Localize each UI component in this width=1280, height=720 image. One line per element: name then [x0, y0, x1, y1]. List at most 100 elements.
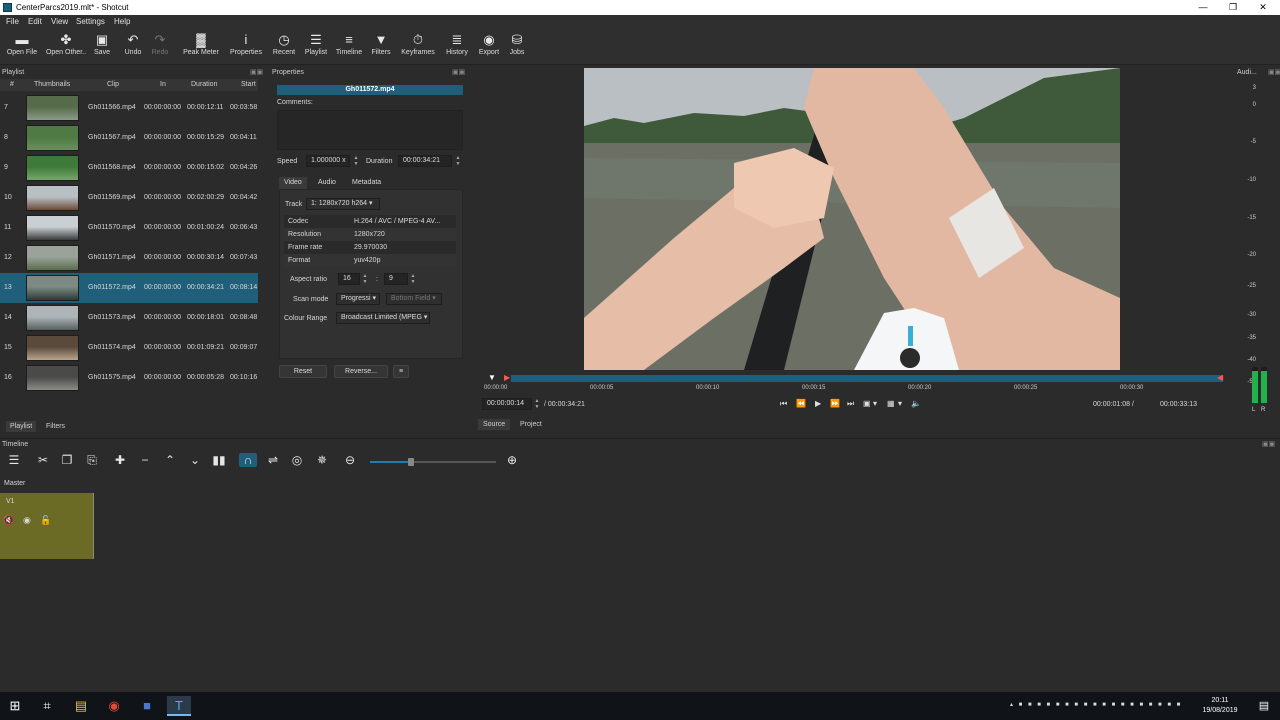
lock-icon[interactable]: 🔓 — [40, 515, 51, 526]
app-icon[interactable]: ■ — [135, 696, 159, 716]
audio-float-button[interactable]: ▣▣ — [1268, 68, 1280, 76]
table-row[interactable]: 12 Gh011571.mp4 00:00:00:00 00:00:30:14 00:0… — [0, 243, 258, 273]
minimize-button[interactable]: — — [1188, 1, 1218, 14]
save-button[interactable]: ▣ Save — [91, 31, 113, 56]
tab-video[interactable]: Video — [279, 177, 307, 189]
comments-field[interactable] — [277, 110, 463, 150]
tab-audio[interactable]: Audio — [318, 179, 336, 186]
ripple-all-icon[interactable]: ✵ — [313, 453, 331, 467]
scrub-icon[interactable]: ⇌ — [264, 453, 282, 467]
scrubber-range[interactable] — [511, 375, 1223, 382]
timeline-menu-icon[interactable]: ☰ — [5, 453, 23, 467]
zoom-slider[interactable] — [370, 458, 496, 466]
chrome-icon[interactable]: ◉ — [102, 696, 126, 716]
copy-icon[interactable]: ❐ — [58, 453, 76, 467]
table-row[interactable]: 15 Gh011574.mp4 00:00:00:00 00:01:09:21 00:0… — [0, 333, 258, 363]
tab-source[interactable]: Source — [478, 419, 511, 430]
aspect-width-input[interactable]: 16 — [338, 273, 360, 285]
table-row[interactable]: 14 Gh011573.mp4 00:00:00:00 00:00:18:01 00:0… — [0, 303, 258, 333]
mute-icon[interactable]: 🔇 — [3, 515, 14, 526]
scan-mode-select[interactable]: Progressi ▾ — [336, 293, 380, 305]
properties-button[interactable]: i Properties — [228, 31, 264, 56]
column-in[interactable]: In — [160, 81, 166, 88]
speed-input[interactable]: 1.000000 x — [306, 155, 350, 167]
reset-button[interactable]: Reset — [279, 365, 327, 378]
hide-icon[interactable]: ◉ — [23, 515, 31, 526]
taskbar-clock[interactable]: 20:11 19/08/2019 — [1196, 696, 1244, 716]
table-row[interactable]: 7 Gh011566.mp4 00:00:00:00 00:00:12:11 00:03… — [0, 93, 258, 123]
column-start[interactable]: Start — [241, 81, 256, 88]
ripple-icon[interactable]: ◎ — [288, 453, 306, 467]
aspect-width-stepper[interactable]: ▲ ▼ — [362, 273, 368, 285]
track-select[interactable]: 1: 1280x720 h264 ▾ — [306, 198, 380, 210]
column-duration[interactable]: Duration — [191, 81, 217, 88]
zoom-out-icon[interactable]: ⊖ — [341, 453, 359, 467]
table-row[interactable]: 10 Gh011569.mp4 00:00:00:00 00:02:00:29 00:0… — [0, 183, 258, 213]
export-button[interactable]: ◉ Export — [476, 31, 502, 56]
recent-button[interactable]: ◷ Recent — [270, 31, 298, 56]
chevron-down-icon[interactable]: ▾ — [873, 399, 877, 408]
close-button[interactable]: ✕ — [1248, 1, 1278, 14]
cut-icon[interactable]: ✂ — [34, 453, 52, 467]
redo-button[interactable]: ↷ Redo — [149, 31, 171, 56]
position-timecode[interactable]: 00:00:00:14 — [482, 398, 532, 410]
timeline-float-button[interactable]: ▣▣ — [1262, 440, 1275, 448]
video-preview[interactable] — [584, 68, 1120, 370]
reverse-button[interactable]: Reverse... — [334, 365, 388, 378]
playlist-float-button[interactable]: ▣▣ — [250, 68, 263, 76]
undo-button[interactable]: ↶ Undo — [122, 31, 144, 56]
position-stepper[interactable]: ▲ ▼ — [534, 398, 540, 410]
tab-filters[interactable]: Filters — [46, 423, 65, 430]
duration-stepper[interactable]: ▲ ▼ — [455, 155, 461, 167]
open-file-button[interactable]: ▬ Open File — [5, 31, 39, 56]
properties-float-button[interactable]: ▣▣ — [452, 68, 465, 76]
lift-icon[interactable]: ⌃ — [161, 453, 179, 467]
history-button[interactable]: ≣ History — [443, 31, 471, 56]
aspect-height-input[interactable]: 9 — [384, 273, 408, 285]
menu-settings[interactable]: Settings — [76, 17, 105, 26]
fast-forward-icon[interactable]: ⏩ — [830, 399, 840, 408]
column-num[interactable]: # — [10, 81, 14, 88]
zoom-icon[interactable]: ▣ — [863, 399, 871, 408]
overwrite-icon[interactable]: ⌄ — [186, 453, 204, 467]
task-view-icon[interactable]: ⌗ — [35, 696, 59, 716]
grid-icon[interactable]: ▦ — [887, 399, 895, 408]
file-explorer-icon[interactable]: ▤ — [69, 696, 93, 716]
maximize-button[interactable]: ❐ — [1218, 1, 1248, 14]
menu-help[interactable]: Help — [114, 17, 130, 26]
playlist-button[interactable]: ☰ Playlist — [302, 31, 330, 56]
menu-file[interactable]: File — [6, 17, 19, 26]
jobs-button[interactable]: ⛁ Jobs — [506, 31, 528, 56]
snap-icon[interactable]: ∩ — [239, 453, 257, 467]
windows-start-icon[interactable]: ⊞ — [3, 696, 27, 716]
tab-metadata[interactable]: Metadata — [352, 179, 381, 186]
menu-view[interactable]: View — [51, 17, 68, 26]
paste-icon[interactable]: ⎘ — [83, 453, 101, 468]
duration-input[interactable]: 00:00:34:21 — [398, 155, 452, 167]
column-clip[interactable]: Clip — [107, 81, 119, 88]
skip-next-icon[interactable]: ⏭ — [847, 399, 854, 409]
properties-menu-button[interactable]: ≡ — [393, 365, 409, 378]
rewind-icon[interactable]: ⏪ — [796, 399, 806, 408]
zoom-in-icon[interactable]: ⊕ — [503, 453, 521, 467]
timeline-button[interactable]: ≡ Timeline — [334, 31, 364, 56]
volume-icon[interactable]: 🔈 — [911, 399, 921, 408]
chevron-down-icon[interactable]: ▾ — [898, 399, 902, 408]
ripple-delete-icon[interactable]: − — [136, 453, 154, 467]
filters-button[interactable]: ▼ Filters — [369, 31, 393, 56]
colour-range-select[interactable]: Broadcast Limited (MPEG ▾ — [336, 312, 430, 324]
tab-project[interactable]: Project — [520, 421, 542, 428]
notifications-icon[interactable]: ▤ — [1252, 696, 1276, 716]
play-icon[interactable]: ▶ — [815, 399, 821, 408]
peak-meter-button[interactable]: ▓ Peak Meter — [181, 31, 221, 56]
system-tray[interactable]: ▴ ■ ■ ■ ■ ■ ■ ■ ■ ■ ■ ■ ■ ■ ■ ■ ■ ■ ■ — [1010, 701, 1182, 708]
split-icon[interactable]: ▮▮ — [210, 453, 228, 467]
keyframes-button[interactable]: ⏱ Keyframes — [399, 31, 437, 56]
field-order-select[interactable]: Bottom Field ▾ — [386, 293, 442, 305]
shotcut-taskbar-icon[interactable]: T — [167, 696, 191, 716]
open-other-button[interactable]: ✤ Open Other.. — [45, 31, 87, 56]
skip-previous-icon[interactable]: ⏮ — [780, 399, 787, 409]
column-thumbnails[interactable]: Thumbnails — [34, 81, 70, 88]
track-header-v1[interactable]: V1 🔇 ◉ 🔓 — [0, 493, 94, 559]
out-point-marker[interactable]: ◀ — [1217, 373, 1223, 382]
